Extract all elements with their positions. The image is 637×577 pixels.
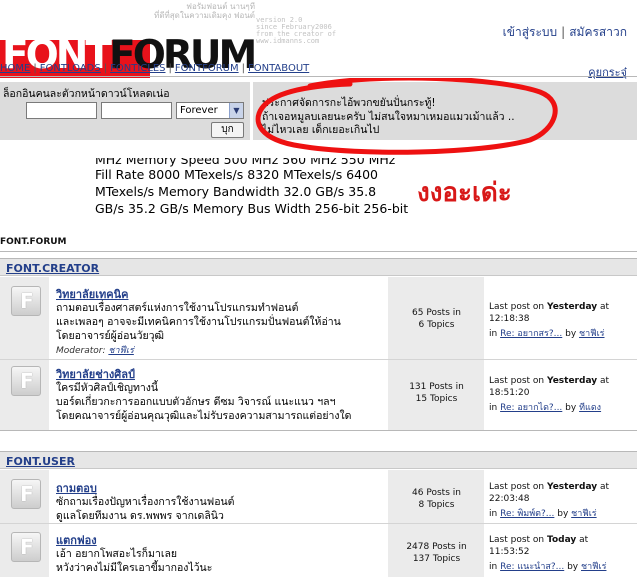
topic-count: 8 Topics bbox=[418, 500, 455, 510]
forum-row: F แตกฟอง เอ้า อยากโพสอะไรก็มาเลย หวังว่า… bbox=[0, 524, 637, 577]
nav-links: HOME | FONTLOADS | FONTICLES | FONTFORUM | FONTA… bbox=[0, 63, 310, 74]
last-post-topic: in Re: แนะนำส?... by ชาฟีเร่ bbox=[489, 562, 607, 572]
forum-folder-icon: F bbox=[11, 366, 41, 396]
topic-count: 137 Topics bbox=[412, 554, 461, 564]
register-link[interactable]: สมัครสาวก bbox=[569, 25, 627, 39]
link-separator: | bbox=[561, 25, 566, 39]
category-title-font-creator[interactable]: FONT.CREATOR bbox=[6, 262, 99, 275]
last-post-link[interactable]: Re: อยากสร?... bbox=[500, 329, 562, 339]
forum-stats-cell: 131 Posts in 15 Topics bbox=[387, 360, 484, 430]
topic-count: 15 Topics bbox=[415, 394, 458, 404]
forum-description: หวังว่าคงไม่มีใครเอาขี้มากองไว้นะ bbox=[56, 562, 213, 574]
forum-row: F ถามตอบ ซักถามเรื่องปัญหาเรื่องการใช้งา… bbox=[0, 470, 637, 523]
spec-line: GB/s 35.2 GB/s Memory Bus Width 256-bit … bbox=[95, 201, 409, 216]
last-post-date: Last post on Yesterday at bbox=[489, 376, 610, 386]
spec-line: MHz Memory Speed 500 MHz 560 MHz 550 MHz bbox=[95, 158, 396, 167]
forum-info-cell: วิทยาลัยเทคนิค ถามตอบเรื่องศาสตร์แห่งการ… bbox=[49, 277, 387, 359]
nav-item-fontloads[interactable]: FONTLOADS bbox=[40, 63, 101, 74]
last-post-topic: in Re: อยากสร?... by ชาฟีเร่ bbox=[489, 329, 605, 339]
forum-icon-cell: F bbox=[0, 470, 49, 523]
last-post-topic: in Re: อยากได?... by ทีแดง bbox=[489, 403, 602, 413]
last-post-time: 18:51:20 bbox=[489, 388, 530, 398]
last-post-user[interactable]: ชาฟีเร่ bbox=[579, 329, 604, 339]
version-info: version 2.0 since February2006 from the … bbox=[256, 17, 336, 45]
username-input[interactable] bbox=[26, 102, 97, 119]
forum-stats-cell: 2478 Posts in 137 Topics bbox=[387, 524, 484, 577]
main-nav: HOME | FONTLOADS | FONTICLES | FONTFORUM | FONTA… bbox=[0, 62, 637, 79]
login-duration-select[interactable]: Forever ▼ bbox=[176, 102, 244, 119]
forum-section-label: FONT.FORUM bbox=[0, 237, 67, 247]
site-header: ฟอรัมฟอนต์ นานๆที ที่ดีที่สุดในความเดิมค… bbox=[0, 0, 637, 78]
chevron-down-icon[interactable]: ▼ bbox=[229, 103, 243, 118]
last-post-user[interactable]: ชาฟีเร่ bbox=[581, 562, 606, 572]
post-count: 65 Posts in bbox=[412, 308, 461, 318]
forum-icon-cell: F bbox=[0, 360, 49, 430]
last-post-date: Last post on Today at bbox=[489, 535, 589, 545]
last-post-cell: Last post on Yesterday at 18:51:20 in Re… bbox=[484, 360, 637, 430]
forum-folder-icon: F bbox=[11, 532, 41, 562]
nav-item-fonticles[interactable]: FONTICLES bbox=[110, 63, 165, 74]
forum-folder-icon: F bbox=[11, 286, 41, 316]
forum-icon-cell: F bbox=[0, 277, 49, 359]
last-post-link[interactable]: Re: อยากได?... bbox=[500, 403, 562, 413]
forum-stats-cell: 65 Posts in 6 Topics bbox=[387, 277, 484, 359]
last-post-time: 11:53:52 bbox=[489, 547, 530, 557]
post-count: 2478 Posts in bbox=[406, 542, 467, 552]
topic-count: 6 Topics bbox=[418, 320, 455, 330]
forum-info-cell: แตกฟอง เอ้า อยากโพสอะไรก็มาเลย หวังว่าคง… bbox=[49, 524, 387, 577]
version-line: www.idmanns.com bbox=[256, 37, 320, 45]
last-post-cell: Last post on Yesterday at 12:18:38 in Re… bbox=[484, 277, 637, 359]
last-post-date: Last post on Yesterday at bbox=[489, 482, 610, 492]
moderator-label: Moderator: bbox=[56, 346, 106, 356]
last-post-user[interactable]: ทีแดง bbox=[579, 403, 601, 413]
site-logo[interactable]: FONTFORUM bbox=[0, 18, 262, 78]
login-link[interactable]: เข้าสู่ระบบ bbox=[503, 25, 558, 39]
last-post-cell: Last post on Yesterday at 22:03:48 in Re… bbox=[484, 470, 637, 523]
post-count: 46 Posts in bbox=[412, 488, 461, 498]
duration-value: Forever bbox=[180, 105, 218, 116]
spec-line: MTexels/s Memory Bandwidth 32.0 GB/s 35.… bbox=[95, 184, 377, 199]
forum-description: ดูแลโดยทีมงาน ดร.พพพร จากเดลินิว bbox=[56, 510, 224, 522]
nav-item-fontabout[interactable]: FONTABOUT bbox=[248, 63, 309, 74]
login-submit-button[interactable]: บุก bbox=[211, 122, 244, 138]
category-header: FONT.CREATOR bbox=[0, 258, 637, 276]
spec-line: Fill Rate 8000 MTexels/s 8320 MTexels/s … bbox=[95, 167, 378, 182]
last-post-date: Last post on Yesterday at bbox=[489, 302, 610, 312]
chat-link[interactable]: คุยกระจุ๋ bbox=[588, 63, 627, 81]
forum-moderator: Moderator: ชาฟีเร่ bbox=[56, 343, 134, 357]
login-panel: ล็อกอินคนละตัวกหน้าดาวน์โหลดเน่อ Forever… bbox=[0, 82, 250, 140]
forum-row: F วิทยาลัยช่างศิลป์ ใครมีหัวศิลป์เชิญทาง… bbox=[0, 360, 637, 430]
login-title: ล็อกอินคนละตัวกหน้าดาวน์โหลดเน่อ bbox=[3, 88, 170, 100]
category-header: FONT.USER bbox=[0, 451, 637, 469]
last-post-time: 22:03:48 bbox=[489, 494, 530, 504]
last-post-cell: Last post on Today at 11:53:52 in Re: แน… bbox=[484, 524, 637, 577]
forum-info-cell: ถามตอบ ซักถามเรื่องปัญหาเรื่องการใช้งานฟ… bbox=[49, 470, 387, 523]
moderator-link[interactable]: ชาฟีเร่ bbox=[108, 346, 133, 356]
post-count: 131 Posts in bbox=[409, 382, 464, 392]
slogan-line: ฟอรัมฟอนต์ นานๆที bbox=[186, 2, 255, 11]
forum-info-cell: วิทยาลัยช่างศิลป์ ใครมีหัวศิลป์เชิญทางนี… bbox=[49, 360, 387, 430]
last-post-link[interactable]: Re: พิมพ์ต?... bbox=[500, 509, 554, 519]
nav-item-home[interactable]: HOME bbox=[0, 63, 30, 74]
last-post-user[interactable]: ชาฟีเร่ bbox=[571, 509, 596, 519]
announcement-line: ไม่ไหวเลย เด็กเยอะเกินไป bbox=[262, 124, 380, 136]
last-post-link[interactable]: Re: แนะนำส?... bbox=[500, 562, 564, 572]
forum-icon-cell: F bbox=[0, 524, 49, 577]
account-links: เข้าสู่ระบบ | สมัครสาวก bbox=[503, 23, 627, 42]
divider bbox=[0, 251, 637, 252]
forum-folder-icon: F bbox=[11, 479, 41, 509]
forum-description: โดยอาจารย์ผู้อ่อนวัยวุฒิ bbox=[56, 330, 165, 342]
last-post-time: 12:18:38 bbox=[489, 314, 530, 324]
last-post-topic: in Re: พิมพ์ต?... by ชาฟีเร่ bbox=[489, 509, 597, 519]
spec-stamp-text: งงอะเด่ะ bbox=[417, 178, 512, 208]
divider bbox=[0, 430, 637, 431]
nav-item-fontforum[interactable]: FONTFORUM bbox=[175, 63, 239, 74]
forum-stats-cell: 46 Posts in 8 Topics bbox=[387, 470, 484, 523]
forum-description: โดยคณาจารย์ผู้อ่อนคุณวุฒิและไม่รับรองควา… bbox=[56, 410, 352, 422]
password-input[interactable] bbox=[101, 102, 172, 119]
category-title-font-user[interactable]: FONT.USER bbox=[6, 455, 75, 468]
forum-row: F วิทยาลัยเทคนิค ถามตอบเรื่องศาสตร์แห่งก… bbox=[0, 277, 637, 359]
